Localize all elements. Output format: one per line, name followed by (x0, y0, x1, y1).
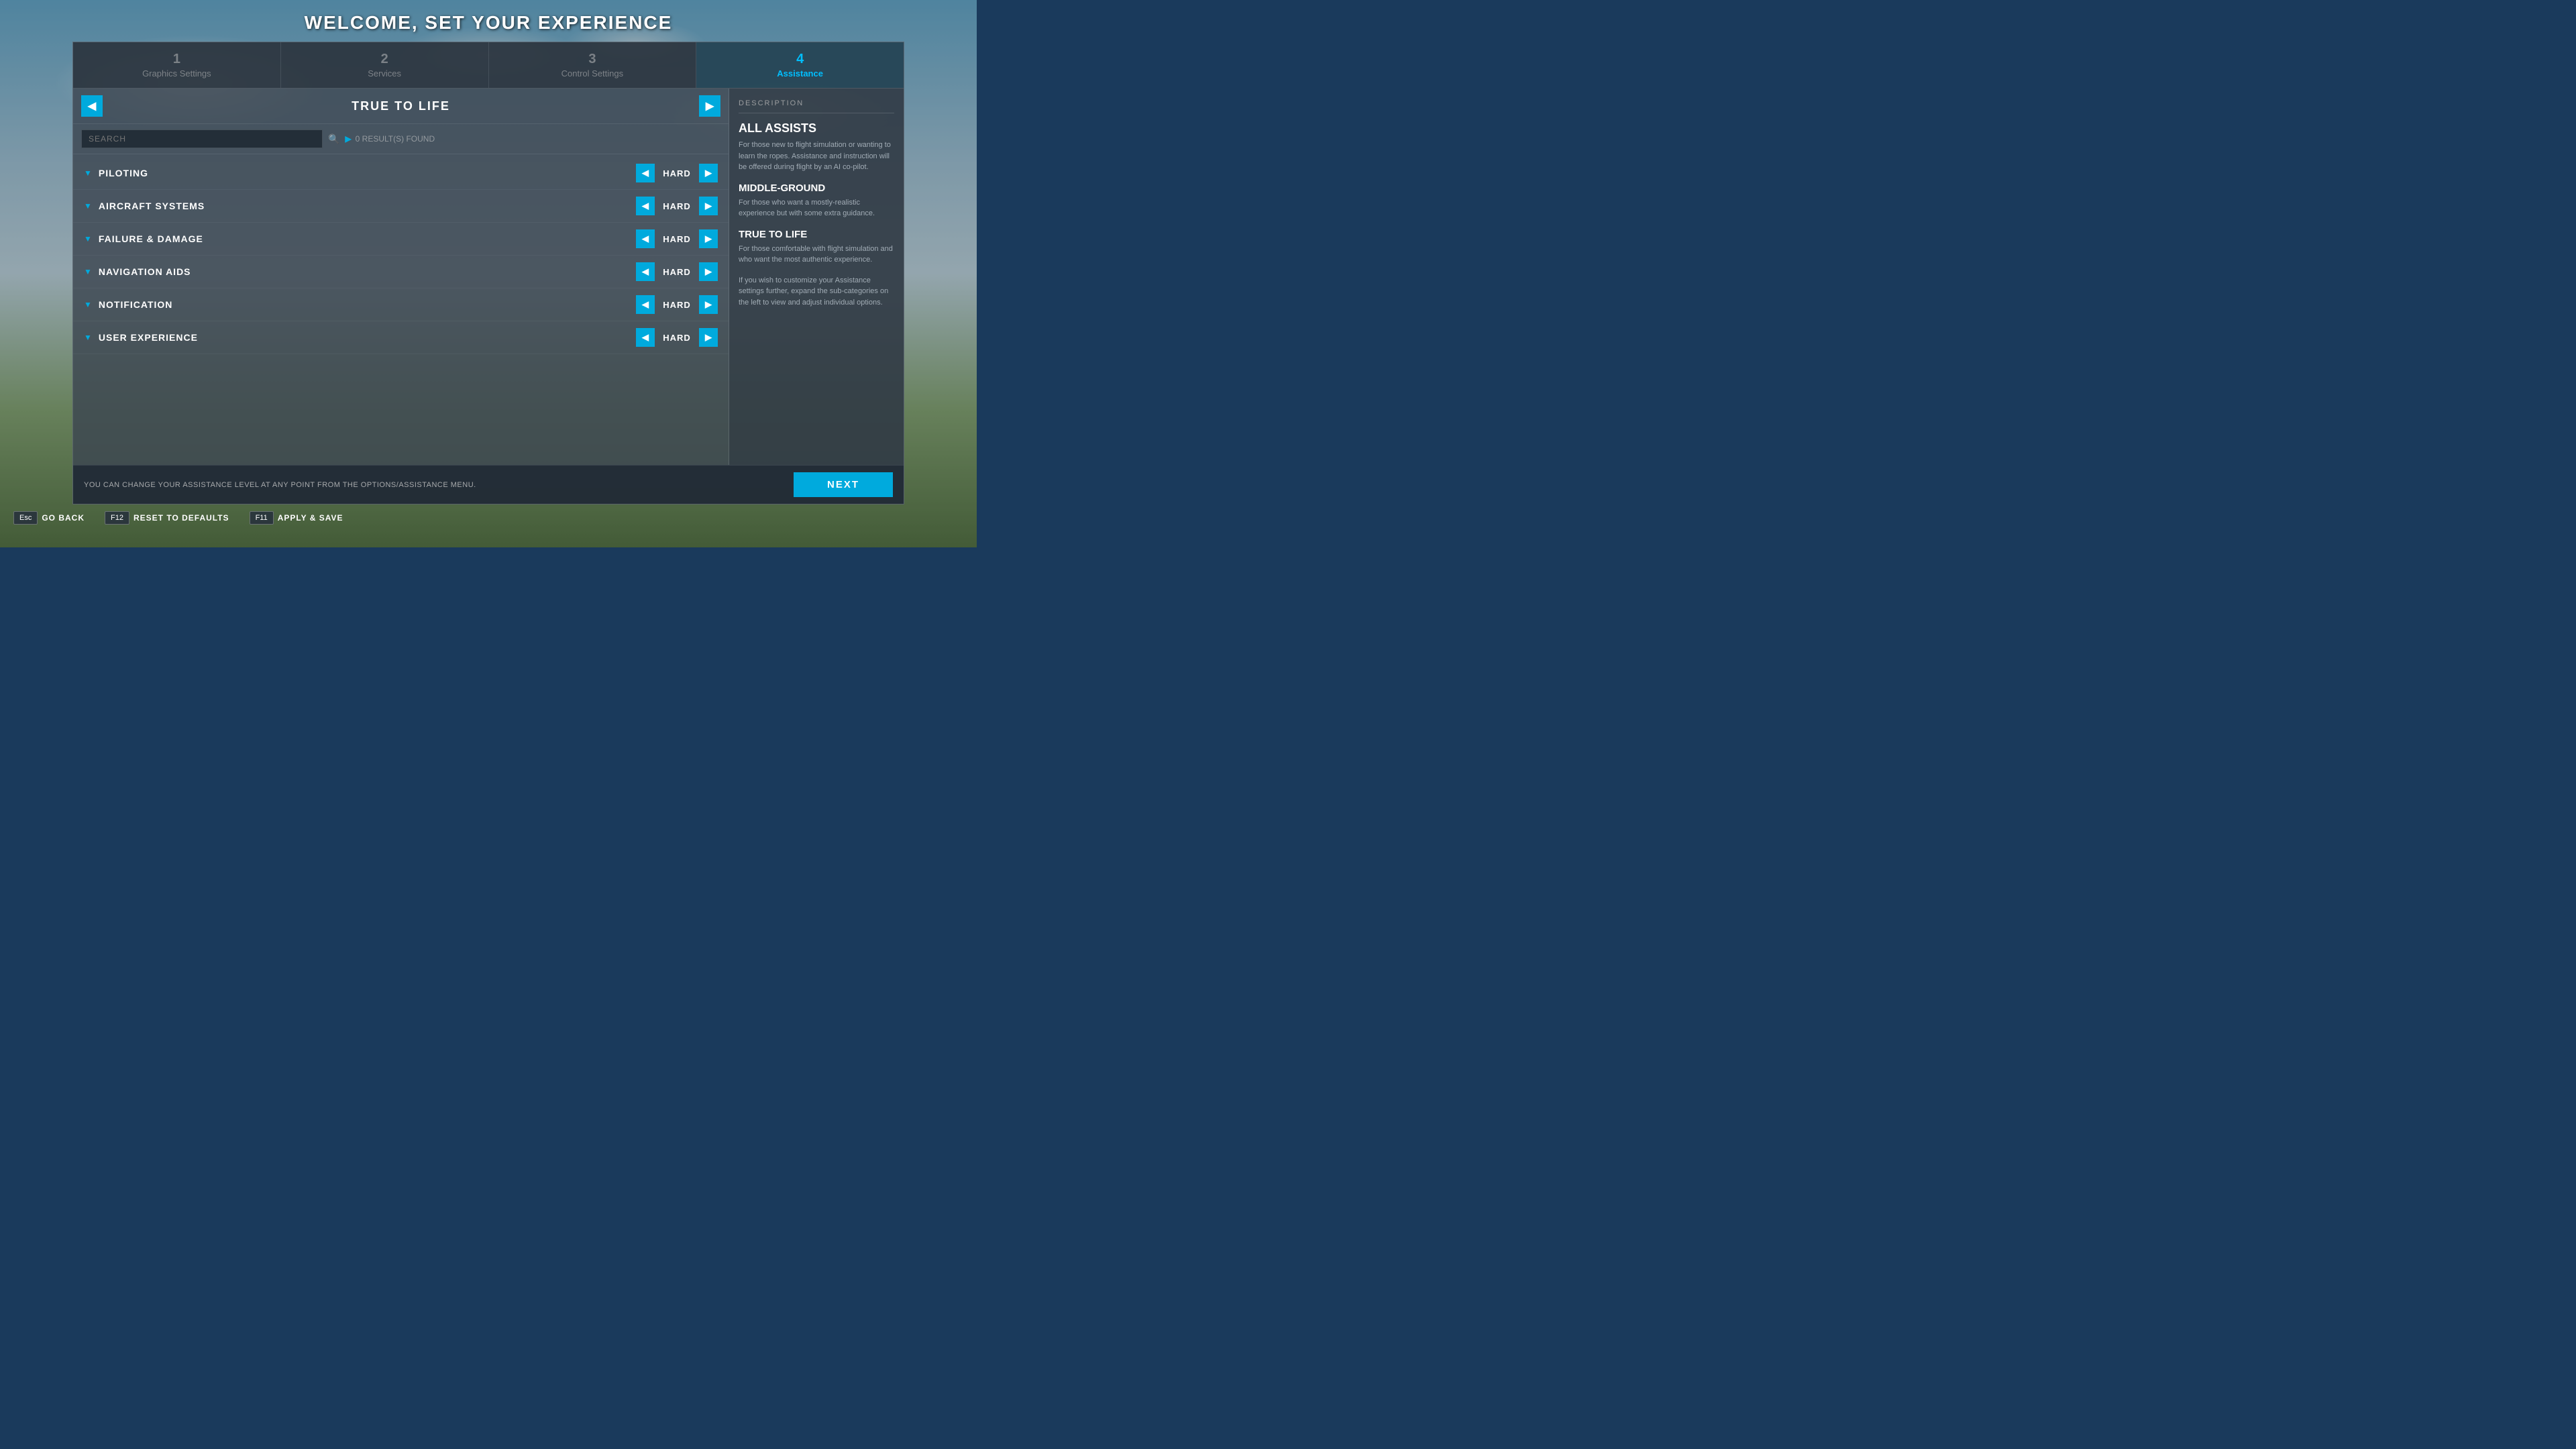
search-bar: 🔍 ▶ 0 RESULT(S) FOUND (73, 124, 729, 154)
step-1-number: 1 (80, 52, 274, 67)
category-chevron-icon: ▼ (84, 201, 92, 211)
category-controls: ◀ HARD ▶ (636, 328, 718, 347)
desc-section-true-to-life: TRUE TO LIFE For those comfortable with … (739, 229, 894, 266)
esc-label: GO BACK (42, 513, 85, 523)
f12-key: F12 (105, 511, 129, 525)
category-name: AIRCRAFT SYSTEMS (99, 201, 636, 211)
step-4-label: Assistance (703, 68, 897, 78)
left-panel: ◀ TRUE TO LIFE ▶ 🔍 ▶ 0 RESULT(S) FOUND ▼ (73, 89, 729, 465)
category-chevron-icon: ▼ (84, 168, 92, 178)
category-controls: ◀ HARD ▶ (636, 164, 718, 182)
step-3[interactable]: 3 Control Settings (489, 42, 697, 88)
f11-label: APPLY & SAVE (278, 513, 343, 523)
category-row[interactable]: ▼ USER EXPERIENCE ◀ HARD ▶ (73, 321, 729, 354)
category-row[interactable]: ▼ NOTIFICATION ◀ HARD ▶ (73, 288, 729, 321)
results-arrow-icon: ▶ (345, 134, 351, 144)
mode-prev-button[interactable]: ◀ (81, 95, 103, 117)
step-2-number: 2 (288, 52, 482, 67)
mode-bar: ◀ TRUE TO LIFE ▶ (73, 89, 729, 124)
category-name: NOTIFICATION (99, 299, 636, 310)
category-next-button[interactable]: ▶ (699, 164, 718, 182)
step-2-label: Services (288, 68, 482, 78)
main-container: WELCOME, SET YOUR EXPERIENCE 1 Graphics … (0, 0, 977, 547)
key-bind-f11: F11 APPLY & SAVE (250, 511, 343, 525)
category-row[interactable]: ▼ AIRCRAFT SYSTEMS ◀ HARD ▶ (73, 190, 729, 223)
category-prev-button[interactable]: ◀ (636, 197, 655, 215)
category-prev-button[interactable]: ◀ (636, 295, 655, 314)
search-icon: 🔍 (328, 133, 339, 145)
step-4-number: 4 (703, 52, 897, 67)
steps-header: 1 Graphics Settings 2 Services 3 Control… (73, 42, 904, 89)
category-chevron-icon: ▼ (84, 333, 92, 342)
category-chevron-icon: ▼ (84, 300, 92, 309)
category-value: HARD (660, 267, 694, 277)
bottom-info-text: YOU CAN CHANGE YOUR ASSISTANCE LEVEL AT … (84, 481, 794, 489)
category-next-button[interactable]: ▶ (699, 328, 718, 347)
desc-title-all-assists: ALL ASSISTS (739, 121, 894, 136)
category-chevron-icon: ▼ (84, 267, 92, 276)
desc-text-customize: If you wish to customize your Assistance… (739, 275, 894, 309)
results-text: ▶ 0 RESULT(S) FOUND (345, 134, 435, 144)
bottom-bar: YOU CAN CHANGE YOUR ASSISTANCE LEVEL AT … (73, 465, 904, 504)
category-value: HARD (660, 168, 694, 178)
right-panel: DESCRIPTION ALL ASSISTS For those new to… (729, 89, 904, 465)
category-controls: ◀ HARD ▶ (636, 295, 718, 314)
mode-next-button[interactable]: ▶ (699, 95, 720, 117)
description-header: DESCRIPTION (739, 99, 894, 113)
category-name: NAVIGATION AIDS (99, 266, 636, 277)
search-input[interactable] (81, 129, 323, 148)
category-chevron-icon: ▼ (84, 234, 92, 244)
dialog-panel: 1 Graphics Settings 2 Services 3 Control… (72, 42, 904, 504)
category-controls: ◀ HARD ▶ (636, 197, 718, 215)
category-next-button[interactable]: ▶ (699, 295, 718, 314)
category-name: FAILURE & DAMAGE (99, 233, 636, 244)
desc-text-all-assists: For those new to flight simulation or wa… (739, 140, 894, 173)
content-area: ◀ TRUE TO LIFE ▶ 🔍 ▶ 0 RESULT(S) FOUND ▼ (73, 89, 904, 465)
step-1-label: Graphics Settings (80, 68, 274, 78)
category-prev-button[interactable]: ◀ (636, 328, 655, 347)
esc-key: Esc (13, 511, 38, 525)
category-next-button[interactable]: ▶ (699, 229, 718, 248)
mode-title: TRUE TO LIFE (103, 99, 699, 113)
category-name: PILOTING (99, 168, 636, 178)
f12-label: RESET TO DEFAULTS (133, 513, 229, 523)
step-3-label: Control Settings (496, 68, 690, 78)
desc-text-middle-ground: For those who want a mostly-realistic ex… (739, 197, 894, 219)
results-count: 0 RESULT(S) FOUND (356, 134, 435, 144)
next-button[interactable]: NEXT (794, 472, 893, 497)
category-prev-button[interactable]: ◀ (636, 229, 655, 248)
desc-text-true-to-life: For those comfortable with flight simula… (739, 244, 894, 266)
category-row[interactable]: ▼ FAILURE & DAMAGE ◀ HARD ▶ (73, 223, 729, 256)
f11-key: F11 (250, 511, 274, 525)
category-value: HARD (660, 201, 694, 211)
category-list: ▼ PILOTING ◀ HARD ▶ ▼ AIRCRAFT SYSTEMS ◀… (73, 154, 729, 465)
step-2[interactable]: 2 Services (281, 42, 489, 88)
category-value: HARD (660, 300, 694, 310)
footer: Esc GO BACK F12 RESET TO DEFAULTS F11 AP… (0, 504, 977, 531)
step-1[interactable]: 1 Graphics Settings (73, 42, 281, 88)
category-next-button[interactable]: ▶ (699, 197, 718, 215)
key-bind-esc: Esc GO BACK (13, 511, 85, 525)
desc-section-all-assists: ALL ASSISTS For those new to flight simu… (739, 121, 894, 173)
category-next-button[interactable]: ▶ (699, 262, 718, 281)
category-row[interactable]: ▼ PILOTING ◀ HARD ▶ (73, 157, 729, 190)
desc-title-middle-ground: MIDDLE-GROUND (739, 182, 894, 194)
category-name: USER EXPERIENCE (99, 332, 636, 343)
desc-section-middle-ground: MIDDLE-GROUND For those who want a mostl… (739, 182, 894, 219)
category-value: HARD (660, 333, 694, 343)
category-prev-button[interactable]: ◀ (636, 262, 655, 281)
desc-title-true-to-life: TRUE TO LIFE (739, 229, 894, 240)
category-prev-button[interactable]: ◀ (636, 164, 655, 182)
step-4[interactable]: 4 Assistance (696, 42, 904, 88)
page-title: WELCOME, SET YOUR EXPERIENCE (305, 12, 673, 34)
category-value: HARD (660, 234, 694, 244)
category-controls: ◀ HARD ▶ (636, 262, 718, 281)
category-controls: ◀ HARD ▶ (636, 229, 718, 248)
category-row[interactable]: ▼ NAVIGATION AIDS ◀ HARD ▶ (73, 256, 729, 288)
step-3-number: 3 (496, 52, 690, 67)
key-bind-f12: F12 RESET TO DEFAULTS (105, 511, 229, 525)
